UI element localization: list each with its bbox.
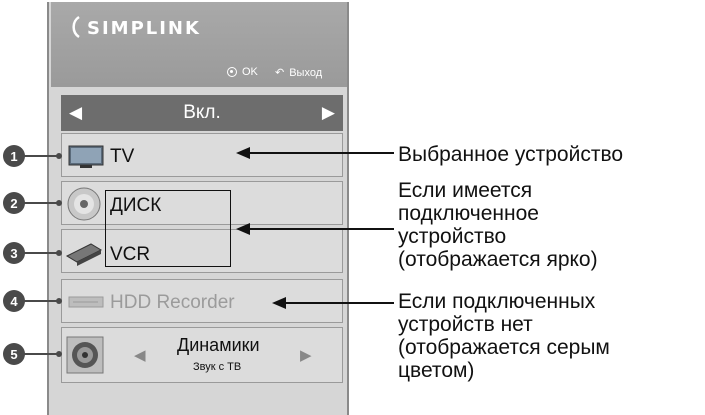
annotation-none-line-1: Если подключенных xyxy=(398,290,596,313)
badge-1-dot xyxy=(56,153,62,159)
device-item-tv[interactable]: TV xyxy=(61,133,343,177)
ok-hint-label: OK xyxy=(242,66,258,78)
simplink-on-off-selector[interactable]: ◀ Вкл. ▶ xyxy=(61,95,343,131)
speaker-right-arrow-icon[interactable]: ▶ xyxy=(300,346,312,364)
exit-hint-label: Выход xyxy=(289,66,323,79)
badge-4: 4 xyxy=(3,290,25,312)
badge-5-dot xyxy=(56,351,62,357)
badge-2-dot xyxy=(56,200,62,206)
badge-2: 2 xyxy=(3,192,25,214)
badge-1: 1 xyxy=(3,145,25,167)
device-label-hdd: HDD Recorder xyxy=(110,292,235,313)
annotation-connected-line-1: Если имеется xyxy=(398,179,533,202)
hdd-icon xyxy=(68,296,104,308)
exit-button-icon: ↶ xyxy=(275,67,285,79)
arrow-none-line xyxy=(284,302,394,304)
speaker-mode-title: Динамики xyxy=(177,335,260,355)
badge-3-dot xyxy=(56,250,62,256)
annotation-connected-line-4: (отображается ярко) xyxy=(398,248,598,271)
selector-value: Вкл. xyxy=(183,102,221,123)
annotation-selected: Выбранное устройство xyxy=(398,143,624,166)
device-item-hdd[interactable]: HDD Recorder xyxy=(61,279,343,323)
speaker-left-arrow-icon[interactable]: ◀ xyxy=(134,346,146,364)
tv-icon xyxy=(68,145,104,168)
selector-right-arrow-icon[interactable]: ▶ xyxy=(322,103,335,123)
badge-3: 3 xyxy=(3,242,25,264)
badge-2-connector xyxy=(23,202,59,204)
badge-5-connector xyxy=(23,353,59,355)
speaker-mode-value: Звук с ТВ xyxy=(193,361,242,373)
arrow-selected-line xyxy=(248,152,394,154)
exit-hint: ↶ Выход xyxy=(275,66,323,80)
vcr-icon xyxy=(65,243,103,266)
annotation-none-line-4: цветом) xyxy=(398,359,475,382)
disc-icon xyxy=(67,187,101,221)
device-label-tv: TV xyxy=(110,146,135,167)
annotation-none-line-2: устройств нет xyxy=(398,313,533,336)
annotation-connected-line-3: устройство xyxy=(398,225,507,248)
badge-4-dot xyxy=(56,298,62,304)
badge-1-connector xyxy=(23,155,59,157)
badge-3-connector xyxy=(23,252,59,254)
arrow-connected-line xyxy=(248,228,394,230)
speaker-icon xyxy=(66,336,104,374)
simplink-logo: SIMPLINK xyxy=(71,8,231,48)
annotation-connected-line-2: подключенное xyxy=(398,202,539,225)
annotation-none-line-3: (отображается серым xyxy=(398,336,610,359)
ok-button-icon xyxy=(227,67,237,77)
selector-left-arrow-icon[interactable]: ◀ xyxy=(69,103,82,123)
device-item-speakers[interactable]: ◀ Динамики Звук с ТВ ▶ xyxy=(61,327,343,383)
badge-4-connector xyxy=(23,300,59,302)
badge-5: 5 xyxy=(3,343,25,365)
simplink-logo-text: SIMPLINK xyxy=(87,18,201,39)
ok-hint: OK xyxy=(227,66,258,78)
connected-devices-highlight xyxy=(105,190,231,267)
menu-header: SIMPLINK OK ↶ Выход xyxy=(51,2,347,87)
